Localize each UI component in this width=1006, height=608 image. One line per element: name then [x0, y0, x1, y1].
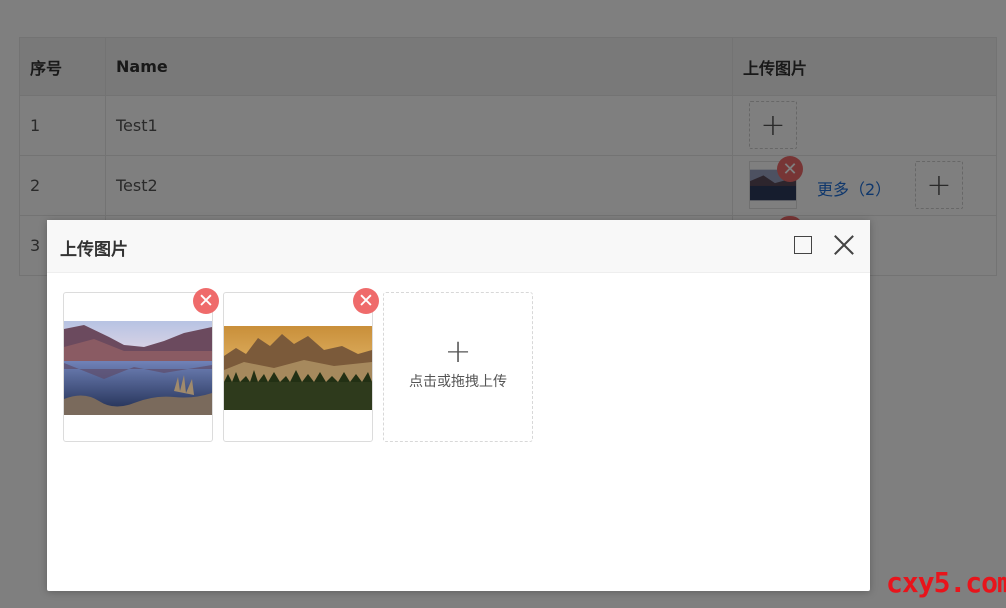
close-icon[interactable]: [833, 234, 855, 256]
watermark-logo: cxy5.com: [886, 566, 1006, 599]
delete-image-button[interactable]: ✕: [193, 288, 219, 314]
mountain-landscape-image: [224, 326, 372, 410]
lake-landscape-image: [64, 321, 212, 415]
upload-dropzone[interactable]: + 点击或拖拽上传: [383, 292, 533, 442]
maximize-icon[interactable]: [794, 236, 812, 254]
close-circle-icon: ✕: [358, 290, 374, 312]
dialog-title: 上传图片: [60, 240, 128, 260]
plus-icon: +: [444, 332, 472, 370]
dialog-header: 上传图片: [47, 220, 870, 273]
image-card[interactable]: ✕: [223, 288, 379, 442]
delete-image-button[interactable]: ✕: [353, 288, 379, 314]
upload-hint: 点击或拖拽上传: [409, 374, 507, 390]
image-card[interactable]: ✕: [63, 288, 219, 442]
close-circle-icon: ✕: [198, 290, 214, 312]
upload-dialog: 上传图片 ✕ ✕ + 点击或拖拽上传: [47, 220, 870, 591]
